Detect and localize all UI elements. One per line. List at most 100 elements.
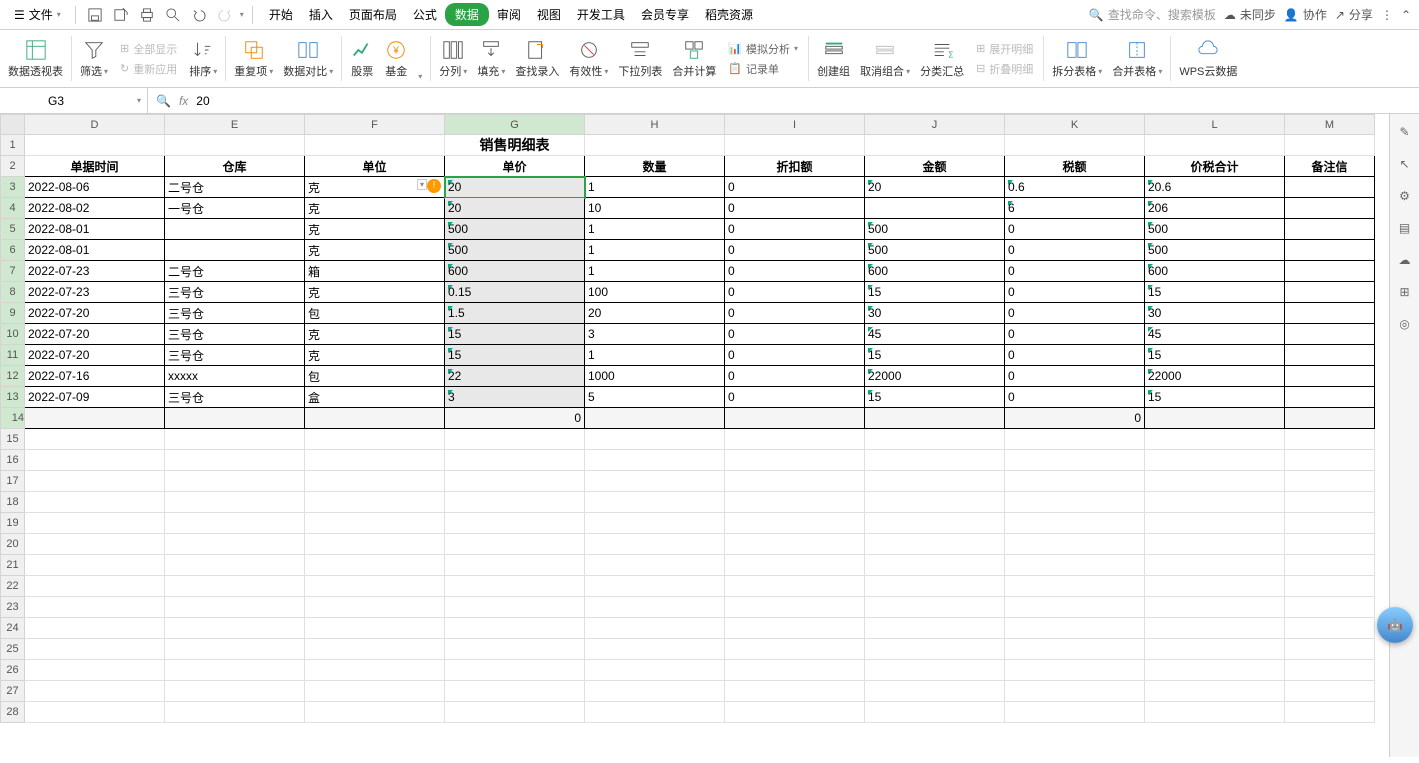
cell[interactable] (725, 639, 865, 660)
row-header-21[interactable]: 21 (1, 555, 25, 576)
cell[interactable] (725, 576, 865, 597)
table-header[interactable]: 折扣额 (725, 156, 865, 177)
row-header-22[interactable]: 22 (1, 576, 25, 597)
cell[interactable] (865, 492, 1005, 513)
cell[interactable] (1005, 597, 1145, 618)
cell[interactable] (165, 639, 305, 660)
cell[interactable]: xxxxx (165, 366, 305, 387)
col-header-J[interactable]: J (865, 115, 1005, 135)
cell[interactable] (1285, 387, 1375, 408)
cell[interactable] (585, 429, 725, 450)
name-box-dropdown-icon[interactable]: ▾ (137, 96, 141, 105)
cell[interactable] (725, 513, 865, 534)
cell[interactable]: 0 (1005, 303, 1145, 324)
cell[interactable] (165, 471, 305, 492)
subtotal-button[interactable]: Σ 分类汇总 (916, 32, 968, 85)
cell[interactable] (865, 429, 1005, 450)
duplicates-button[interactable]: 重复项▾ (230, 32, 277, 85)
cell[interactable] (865, 450, 1005, 471)
tab-开始[interactable]: 开始 (261, 2, 301, 27)
collapse-ribbon-icon[interactable]: ⌃ (1401, 8, 1411, 22)
row-header-5[interactable]: 5 (1, 219, 25, 240)
cell[interactable]: 45 (865, 324, 1005, 345)
cell[interactable] (445, 597, 585, 618)
cell[interactable] (165, 135, 305, 156)
cell[interactable] (725, 702, 865, 723)
cell[interactable] (1005, 450, 1145, 471)
pivot-table-button[interactable]: 数据透视表 (4, 32, 67, 85)
cell[interactable] (165, 702, 305, 723)
cell[interactable] (25, 702, 165, 723)
cell[interactable] (305, 408, 445, 429)
cell[interactable] (1285, 597, 1375, 618)
cell[interactable] (25, 534, 165, 555)
cell[interactable]: 0 (1005, 324, 1145, 345)
cell[interactable]: 15 (1145, 282, 1285, 303)
cell[interactable]: 0 (725, 198, 865, 219)
cell[interactable]: 三号仓 (165, 324, 305, 345)
cell[interactable] (1285, 471, 1375, 492)
cell[interactable] (865, 198, 1005, 219)
cell[interactable]: 15 (445, 345, 585, 366)
cell[interactable] (25, 555, 165, 576)
cell[interactable]: 206 (1145, 198, 1285, 219)
cell[interactable]: 二号仓 (165, 177, 305, 198)
file-menu[interactable]: ☰ 文件 ▾ (8, 4, 67, 25)
row-header-13[interactable]: 13 (1, 387, 25, 408)
cell[interactable] (865, 681, 1005, 702)
cell[interactable] (1005, 534, 1145, 555)
cell[interactable] (305, 597, 445, 618)
cell[interactable] (1005, 576, 1145, 597)
cell[interactable]: 克 (305, 345, 445, 366)
warning-badge[interactable]: ! (427, 179, 441, 193)
cell[interactable] (865, 702, 1005, 723)
cell[interactable] (1005, 639, 1145, 660)
cell[interactable] (1285, 177, 1375, 198)
cell[interactable] (305, 702, 445, 723)
cell[interactable] (1285, 576, 1375, 597)
cell[interactable] (445, 576, 585, 597)
cell[interactable] (725, 471, 865, 492)
cell[interactable]: 5 (585, 387, 725, 408)
cell[interactable] (25, 492, 165, 513)
row-header-27[interactable]: 27 (1, 681, 25, 702)
table-header[interactable]: 价税合计 (1145, 156, 1285, 177)
cell[interactable] (585, 408, 725, 429)
cell[interactable] (165, 513, 305, 534)
cell[interactable] (25, 135, 165, 156)
cell[interactable] (445, 471, 585, 492)
filter-button[interactable]: 筛选▾ (76, 32, 112, 85)
save-as-icon[interactable] (110, 4, 132, 26)
name-box[interactable]: ▾ (0, 88, 148, 113)
tab-开发工具[interactable]: 开发工具 (569, 2, 633, 27)
cell[interactable] (1285, 366, 1375, 387)
cell[interactable] (1145, 471, 1285, 492)
table-header[interactable]: 单据时间 (25, 156, 165, 177)
cell[interactable]: 三号仓 (165, 303, 305, 324)
cell[interactable] (165, 618, 305, 639)
tab-视图[interactable]: 视图 (529, 2, 569, 27)
cell[interactable] (25, 429, 165, 450)
cell[interactable]: 600 (1145, 261, 1285, 282)
cell[interactable]: 500 (1145, 240, 1285, 261)
cell[interactable]: 0.6 (1005, 177, 1145, 198)
cell[interactable] (865, 597, 1005, 618)
data-compare-button[interactable]: 数据对比▾ (279, 32, 337, 85)
row-header-28[interactable]: 28 (1, 702, 25, 723)
sort-button[interactable]: 排序▾ (185, 32, 221, 85)
cell[interactable] (725, 681, 865, 702)
cell[interactable] (865, 513, 1005, 534)
cell[interactable]: 2022-07-09 (25, 387, 165, 408)
cell[interactable] (25, 513, 165, 534)
cell[interactable]: 500 (445, 240, 585, 261)
cell[interactable]: 0 (725, 345, 865, 366)
cell[interactable]: 0 (1005, 366, 1145, 387)
cell[interactable] (445, 513, 585, 534)
cell[interactable] (165, 597, 305, 618)
cell[interactable]: 22000 (1145, 366, 1285, 387)
cell[interactable]: 15 (865, 387, 1005, 408)
cell[interactable]: 克 (305, 219, 445, 240)
cell[interactable]: 6 (1005, 198, 1145, 219)
fund-button[interactable]: ¥ 基金 (380, 32, 412, 85)
cell[interactable]: 二号仓 (165, 261, 305, 282)
